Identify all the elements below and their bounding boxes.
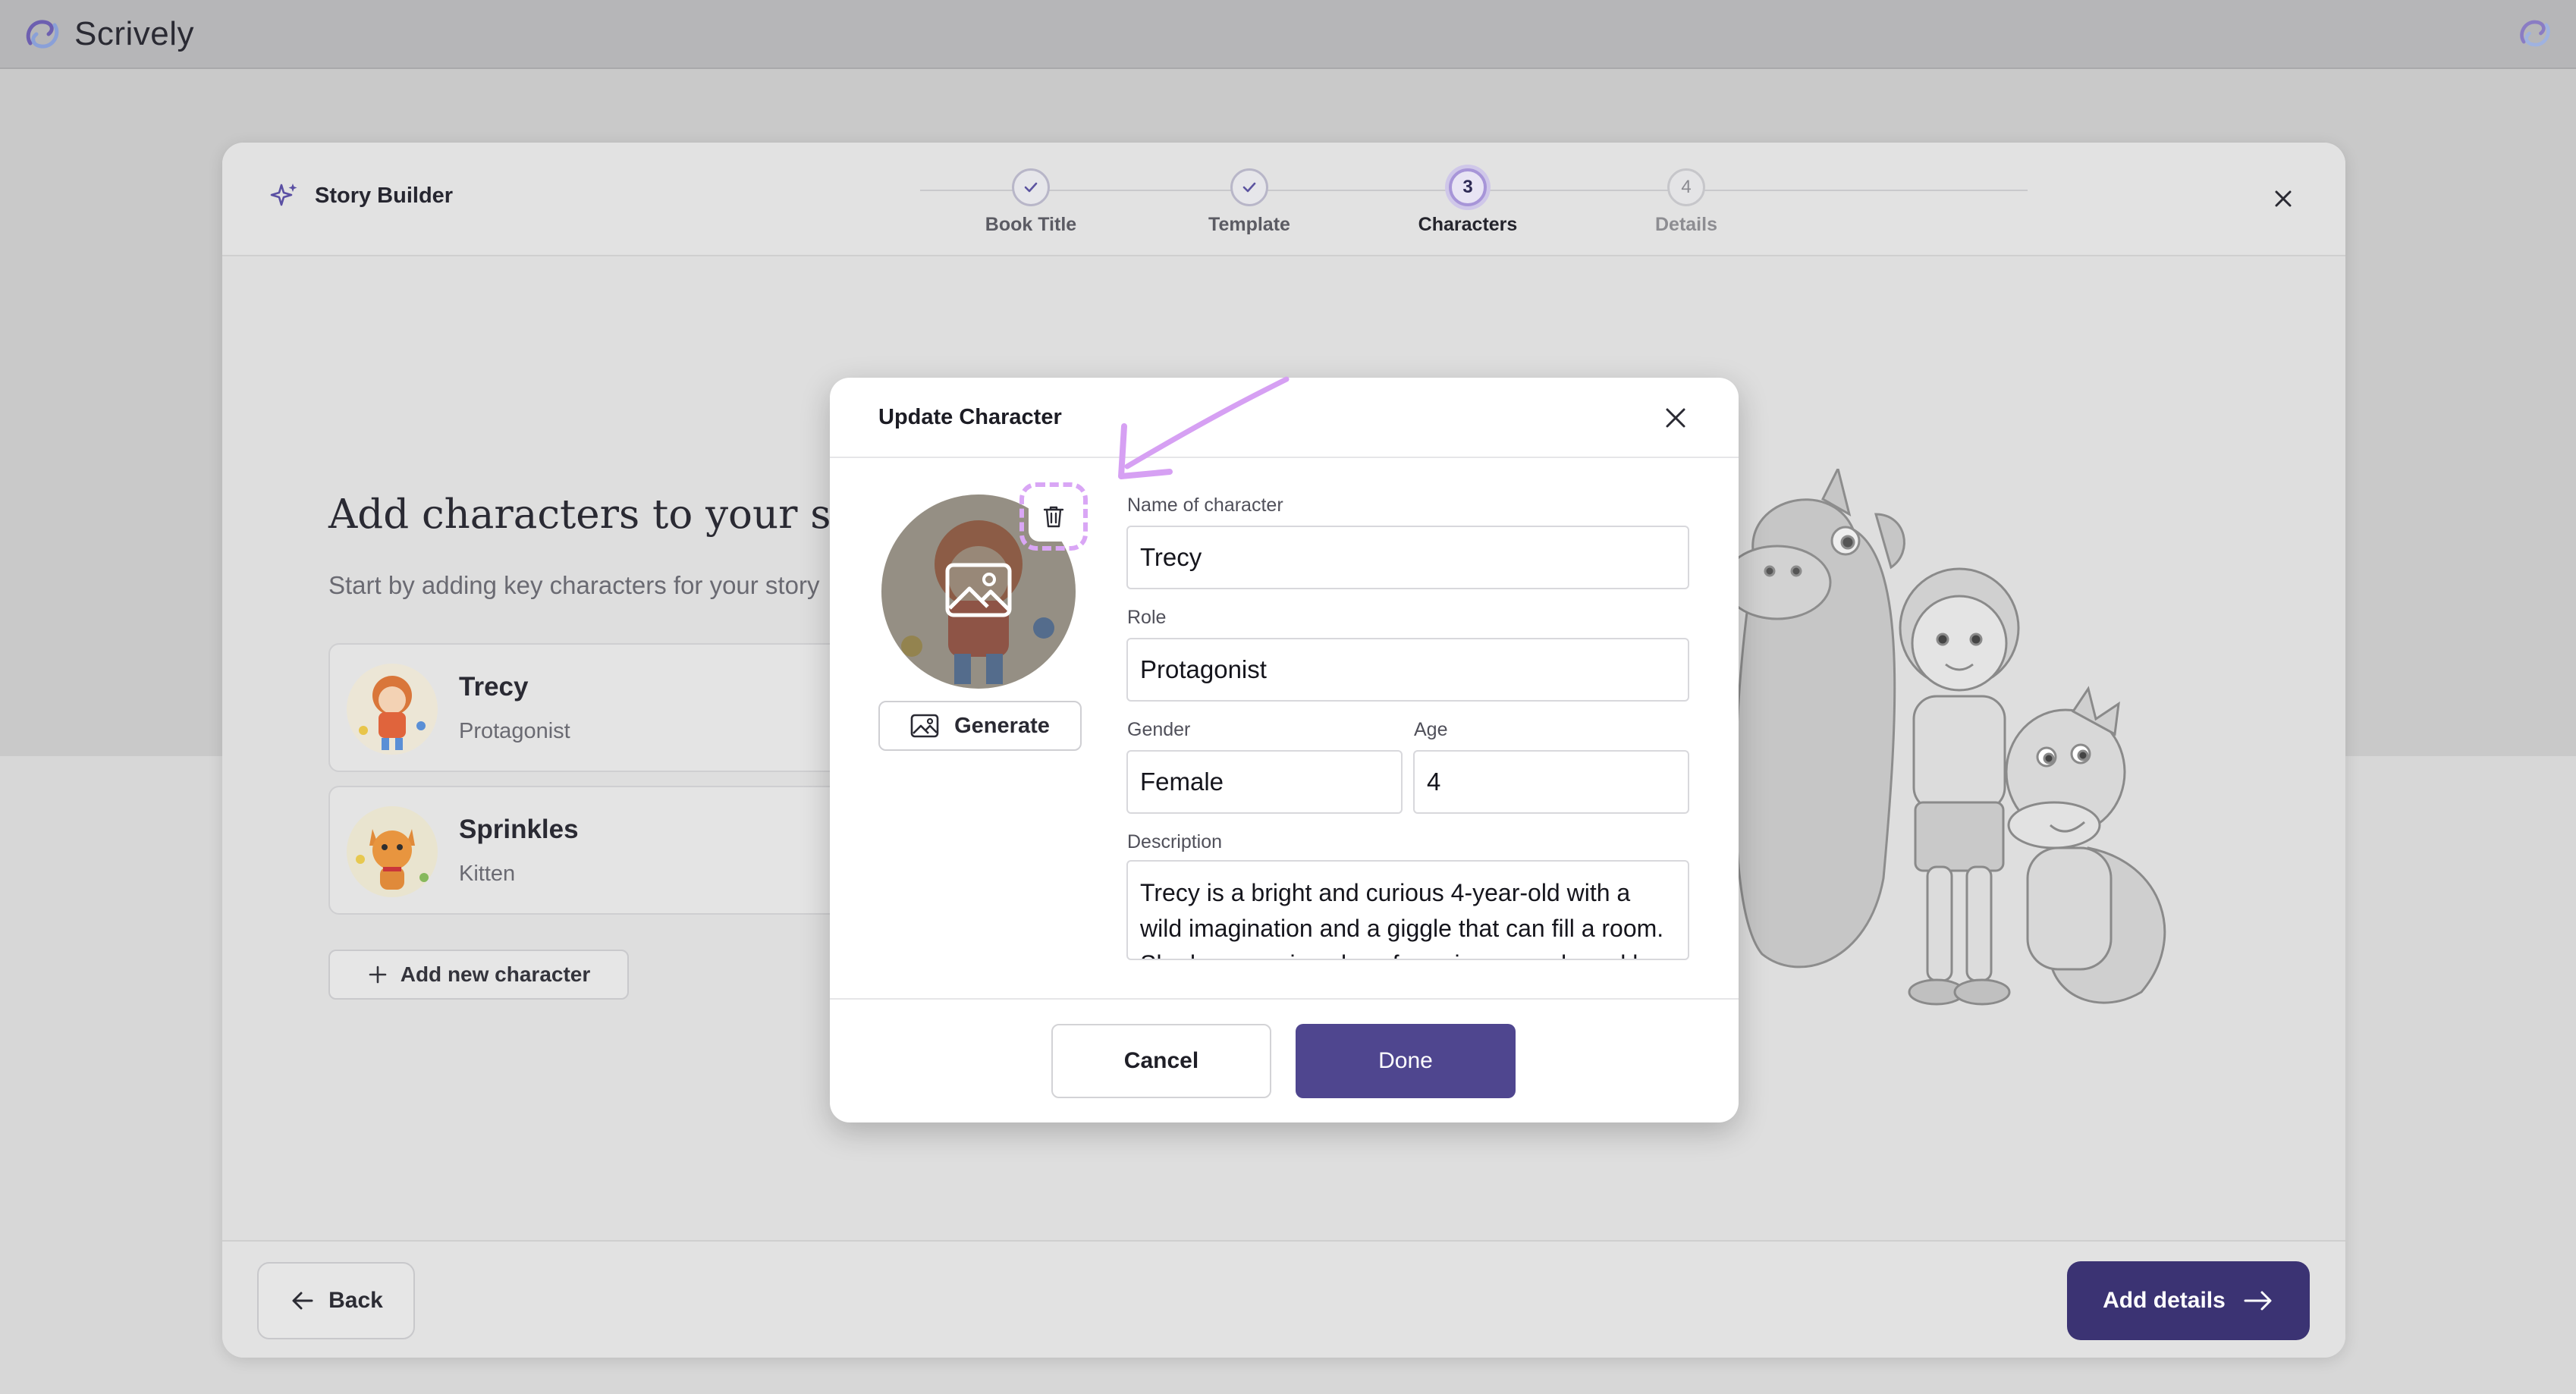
step-label: Characters bbox=[1418, 214, 1518, 235]
add-character-button[interactable]: Add new character bbox=[328, 950, 629, 1000]
step-label: Book Title bbox=[985, 214, 1077, 235]
back-button[interactable]: Back bbox=[257, 1262, 415, 1339]
arrow-right-icon bbox=[2244, 1291, 2272, 1311]
step-number: 3 bbox=[1449, 168, 1487, 206]
check-icon bbox=[1012, 168, 1050, 206]
character-role: Kitten bbox=[459, 862, 516, 886]
check-icon bbox=[1230, 168, 1268, 206]
builder-header: Story Builder Book Title Template 3 Char… bbox=[222, 143, 2345, 256]
add-details-label: Add details bbox=[2103, 1288, 2226, 1313]
character-card[interactable]: Sprinkles Kitten bbox=[328, 786, 905, 915]
back-label: Back bbox=[328, 1288, 383, 1313]
swirl-logo-icon bbox=[26, 19, 59, 49]
annotation-arrow-icon bbox=[1118, 376, 1290, 479]
character-name: Trecy bbox=[459, 672, 529, 702]
page-heading: Add characters to your story bbox=[328, 491, 913, 538]
gender-label: Gender bbox=[1127, 719, 1191, 740]
character-avatar bbox=[347, 664, 438, 755]
character-name: Sprinkles bbox=[459, 815, 579, 844]
swirl-logo-icon[interactable] bbox=[2515, 14, 2555, 53]
description-textarea[interactable]: Trecy is a bright and curious 4-year-old… bbox=[1126, 860, 1689, 960]
gender-input[interactable] bbox=[1126, 750, 1403, 814]
age-input[interactable] bbox=[1413, 750, 1689, 814]
step-number: 4 bbox=[1667, 168, 1705, 206]
age-label: Age bbox=[1414, 719, 1448, 740]
name-input[interactable] bbox=[1126, 526, 1689, 589]
description-label: Description bbox=[1127, 831, 1223, 852]
character-avatar bbox=[347, 806, 438, 897]
brand-name: Scrively bbox=[74, 14, 195, 52]
builder-footer: Back Add details bbox=[222, 1240, 2345, 1358]
plus-icon bbox=[369, 965, 387, 984]
close-icon[interactable] bbox=[1661, 403, 1690, 432]
character-card[interactable]: Trecy Protagonist bbox=[328, 643, 905, 772]
role-label: Role bbox=[1127, 607, 1167, 628]
brand[interactable]: Scrively bbox=[21, 13, 194, 55]
top-app-bar: Scrively bbox=[0, 0, 2576, 69]
name-label: Name of character bbox=[1127, 494, 1283, 516]
add-details-button[interactable]: Add details bbox=[2067, 1261, 2310, 1340]
step-details[interactable]: 4 Details bbox=[1610, 168, 1762, 236]
step-label: Details bbox=[1655, 214, 1717, 235]
page-subheading: Start by adding key characters for your … bbox=[328, 571, 820, 599]
step-label: Template bbox=[1208, 214, 1290, 235]
builder-title-text: Story Builder bbox=[315, 183, 454, 208]
dialog-title: Update Character bbox=[878, 405, 1062, 429]
sparkles-icon bbox=[270, 184, 297, 206]
character-role: Protagonist bbox=[459, 719, 570, 743]
step-template[interactable]: Template bbox=[1173, 168, 1325, 236]
arrow-left-icon bbox=[292, 1292, 313, 1310]
image-icon bbox=[945, 563, 1012, 617]
add-character-label: Add new character bbox=[400, 962, 591, 986]
close-icon[interactable] bbox=[2270, 185, 2297, 212]
builder-title: Story Builder bbox=[269, 181, 453, 211]
generate-label: Generate bbox=[954, 713, 1050, 738]
dialog-divider bbox=[830, 998, 1739, 1000]
step-book-title[interactable]: Book Title bbox=[955, 168, 1107, 236]
delete-photo-button[interactable] bbox=[1029, 491, 1079, 542]
step-characters[interactable]: 3 Characters bbox=[1392, 168, 1544, 236]
generate-button[interactable]: Generate bbox=[878, 701, 1082, 751]
image-icon bbox=[910, 714, 939, 738]
cancel-button[interactable]: Cancel bbox=[1051, 1024, 1271, 1098]
done-button[interactable]: Done bbox=[1296, 1024, 1516, 1098]
characters-illustration bbox=[1723, 469, 2166, 1006]
role-input[interactable] bbox=[1126, 638, 1689, 702]
trash-icon bbox=[1043, 506, 1064, 528]
